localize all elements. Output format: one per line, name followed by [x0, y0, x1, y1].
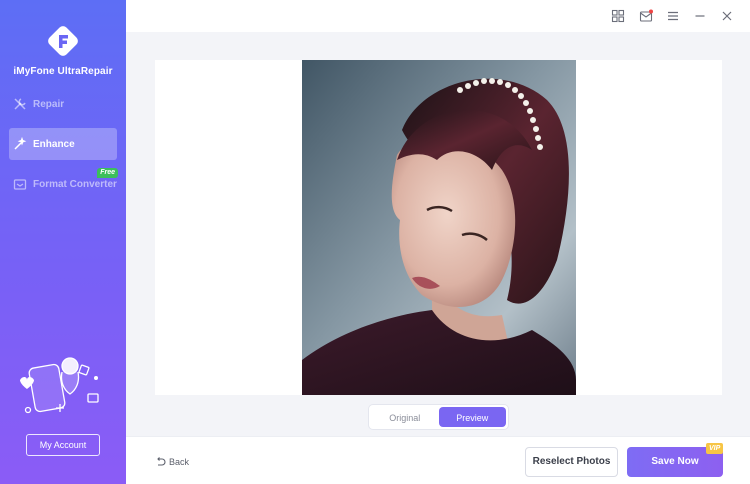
titlebar [126, 0, 750, 32]
view-toggle: Original Preview [368, 404, 509, 430]
sidebar-item-label: Format Converter [33, 178, 117, 190]
footer-bar: Back Reselect Photos Save Now VIP [126, 436, 750, 484]
toggle-original[interactable]: Original [371, 407, 439, 427]
grid-icon[interactable] [611, 9, 625, 23]
magic-wand-icon [13, 137, 27, 151]
main-area: Original Preview [126, 32, 750, 436]
vip-badge: VIP [706, 443, 724, 454]
app-title: iMyFone UltraRepair [13, 66, 113, 77]
preview-image [302, 60, 576, 395]
minimize-icon[interactable] [693, 9, 707, 23]
menu-icon[interactable] [666, 9, 680, 23]
sidebar-item-label: Repair [33, 98, 65, 110]
toggle-preview[interactable]: Preview [438, 407, 506, 427]
close-icon[interactable] [720, 9, 734, 23]
image-convert-icon [13, 177, 27, 191]
reselect-photos-button[interactable]: Reselect Photos [525, 447, 618, 477]
sidebar: iMyFone UltraRepair Repair Enhance Forma… [0, 0, 126, 484]
undo-arrow-icon [155, 456, 166, 467]
sidebar-item-enhance[interactable]: Enhance [9, 128, 117, 160]
sidebar-item-label: Enhance [33, 138, 75, 150]
tools-icon [13, 97, 27, 111]
back-label: Back [169, 456, 190, 467]
sidebar-item-repair[interactable]: Repair [9, 88, 117, 120]
mail-icon[interactable] [639, 9, 653, 23]
app-logo-icon [42, 20, 84, 62]
my-account-button[interactable]: My Account [26, 434, 100, 456]
preview-canvas [155, 60, 722, 395]
back-button[interactable]: Back [155, 456, 189, 467]
free-badge: Free [97, 168, 118, 178]
account-illustration [16, 350, 110, 420]
